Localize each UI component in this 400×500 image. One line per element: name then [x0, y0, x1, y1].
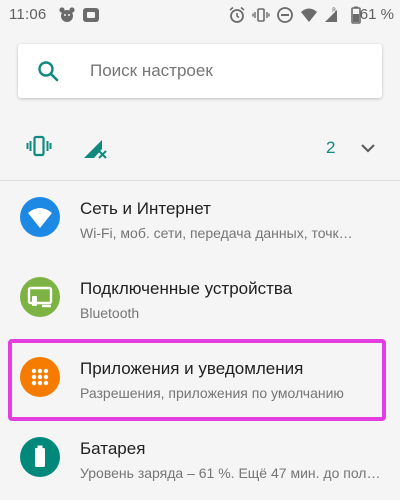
settings-item-subtitle: Bluetooth [80, 305, 140, 321]
wifi-status-icon [301, 8, 317, 22]
settings-item-connected-devices[interactable]: Подключенные устройства Bluetooth [0, 265, 400, 345]
status-time: 11:06 [9, 6, 47, 23]
app-notification-icon [83, 8, 99, 22]
dnd-icon [277, 7, 293, 23]
search-icon [38, 61, 59, 82]
settings-item-network[interactable]: Сеть и Интернет Wi-Fi, моб. сети, переда… [0, 185, 400, 265]
svg-text:R: R [332, 7, 336, 14]
status-bar: 11:06 R 61 % [0, 0, 400, 30]
settings-item-title: Сеть и Интернет [80, 199, 211, 218]
chevron-down-icon[interactable] [358, 138, 378, 158]
settings-item-title: Приложения и уведомления [80, 359, 304, 378]
apps-icon [20, 357, 60, 397]
settings-item-apps-notifications[interactable]: Приложения и уведомления Разрешения, при… [0, 345, 400, 425]
connected-devices-icon [20, 277, 60, 317]
settings-item-title: Батарея [80, 439, 146, 458]
settings-item-title: Подключенные устройства [80, 279, 293, 298]
battery-icon [20, 437, 60, 477]
battery-percent: 61 % [359, 6, 394, 23]
search-placeholder: Поиск настроек [90, 61, 213, 80]
signal-roaming-icon: R [325, 7, 337, 22]
alarm-icon [229, 6, 245, 23]
conditions-count: 2 [326, 138, 336, 157]
wifi-icon [20, 197, 60, 237]
no-signal-icon [84, 140, 107, 159]
settings-item-subtitle: Уровень заряда – 61 %. Ещё 47 мин. до по… [80, 465, 381, 481]
search-bar[interactable]: Поиск настроек [18, 44, 382, 98]
vibrate-status-icon [252, 8, 270, 22]
settings-item-battery[interactable]: Батарея Уровень заряда – 61 %. Ещё 47 ми… [0, 425, 400, 500]
animal-notification-icon [59, 7, 75, 22]
settings-screen: 11:06 R 61 % Поиск настроек 2 Сеть и Инт… [0, 0, 400, 500]
divider [0, 180, 400, 181]
vibrate-icon [26, 135, 52, 157]
settings-item-subtitle: Wi-Fi, моб. сети, передача данных, точк… [80, 225, 353, 241]
settings-item-subtitle: Разрешения, приложения по умолчанию [80, 385, 344, 401]
conditions-bar[interactable]: 2 [0, 122, 400, 172]
